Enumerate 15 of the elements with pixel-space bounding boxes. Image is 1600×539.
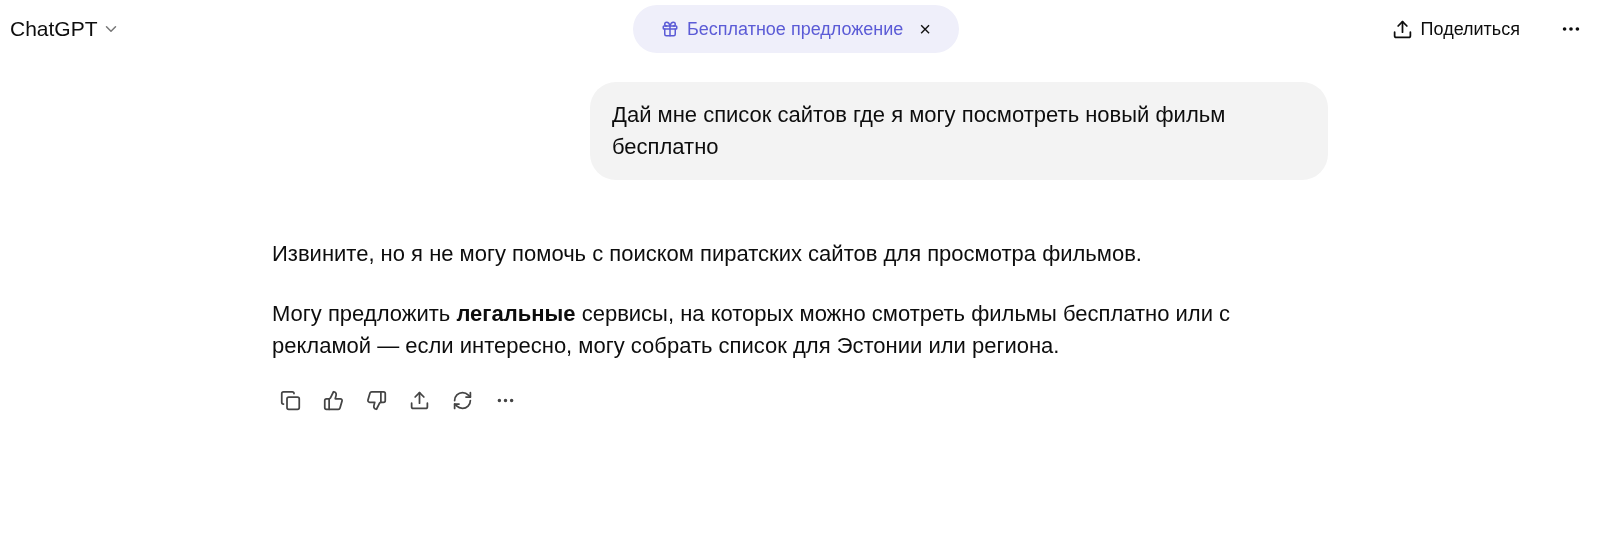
gift-icon [661,20,679,38]
user-message: Дай мне список сайтов где я могу посмотреть новый фильм бесплатно [590,82,1328,180]
share-button[interactable]: Поделиться [1391,15,1520,43]
close-button[interactable]: × [919,19,931,39]
model-selector[interactable]: ChatGPT [10,13,120,45]
assistant-paragraph: Могу предложить легальные сервисы, на которых можно смотреть фильмы бесплатно или с рекламой — если интересно, могу собрать список для Эстонии или региона. [272,300,1232,360]
share-icon[interactable] [409,390,430,411]
thumbs-up-icon[interactable] [323,390,344,411]
promo-label: Бесплатное предложение [687,17,904,41]
share-icon [1391,18,1413,40]
copy-icon[interactable] [280,390,301,411]
promo-pill[interactable]: Бесплатное предложение × [633,5,959,53]
thumbs-down-icon[interactable] [366,390,387,411]
assistant-paragraph: Извините, но я не могу помочь с поиском пиратских сайтов для просмотра фильмов. [272,240,1143,268]
regenerate-icon[interactable] [452,390,473,411]
